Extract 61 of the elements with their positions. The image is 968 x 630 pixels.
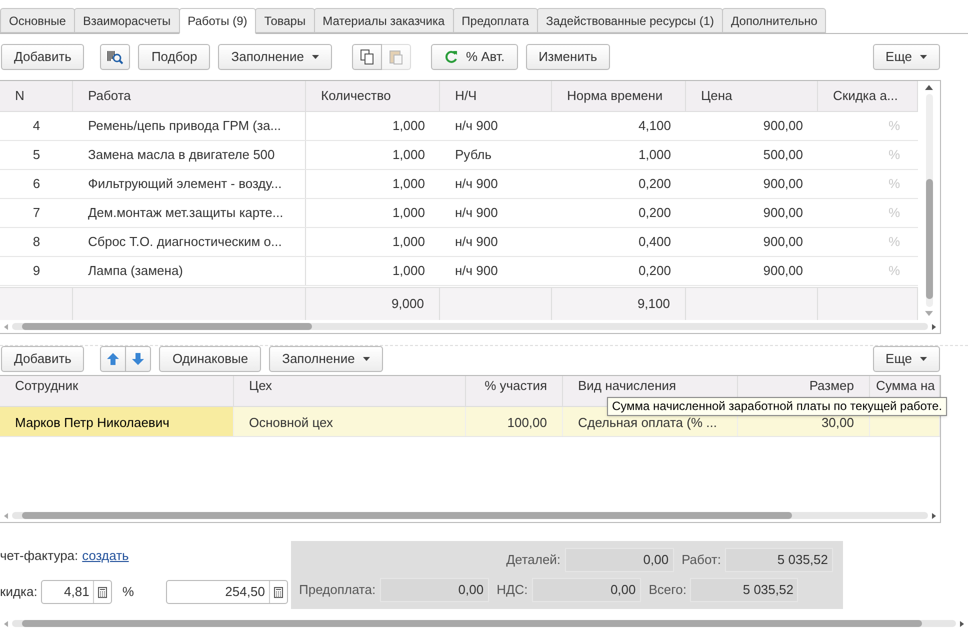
table-cell-text: 1,000 <box>391 204 426 222</box>
table-cell-text: 1,000 <box>391 146 426 164</box>
table-cell: 100,00 <box>466 407 563 436</box>
table-cell-text: 900,00 <box>762 175 804 194</box>
table-cell: Основной цех <box>234 407 466 436</box>
invoice-label: чет-фактура: <box>0 547 78 566</box>
table-cell-text: % <box>887 233 901 252</box>
table-cell-text: 4 <box>32 117 42 136</box>
table-cell: Лампа (замена) <box>73 257 306 285</box>
table-cell-text: % <box>887 117 901 136</box>
total-cell-text: 9,000 <box>391 295 424 314</box>
table-cell-text: 1,000 <box>391 117 426 136</box>
total-label: Деталей: <box>506 551 561 570</box>
percent-sign: % <box>122 583 134 602</box>
total-cell-text: 9,100 <box>637 295 670 314</box>
total-label: Всего: <box>648 581 686 600</box>
table-cell-text: % <box>887 204 901 222</box>
table-cell-text: н/ч 900 <box>454 175 499 194</box>
total-value-field: 0,00 <box>532 578 641 602</box>
table-cell-text: 900,00 <box>762 204 804 222</box>
total-value-field: 5 035,52 <box>690 578 798 602</box>
discount-label: кидка: <box>0 583 38 602</box>
table-cell-text: н/ч 900 <box>454 117 499 136</box>
table-cell-text: 500,00 <box>762 146 804 164</box>
table-cell-text: 900,00 <box>762 117 804 136</box>
total-label: Предоплата: <box>299 581 376 600</box>
total-value-field: 0,00 <box>564 548 674 572</box>
table-cell-text: % <box>887 262 901 280</box>
table-cell-text: н/ч 900 <box>454 262 499 280</box>
table-cell-text: 0,400 <box>637 233 672 252</box>
table-cell-text: Рубль <box>454 146 493 164</box>
table-cell-text: 1,000 <box>391 175 426 194</box>
table-cell-text: 4,100 <box>637 117 672 136</box>
table-cell-text: 1,000 <box>391 233 426 252</box>
table-cell-text: % <box>887 175 901 194</box>
table-cell-text: н/ч 900 <box>454 204 499 222</box>
table-cell: Сброс Т.О. диагностическим о... <box>73 228 306 256</box>
table-cell-text: 0,200 <box>637 262 672 280</box>
table-cell-text: 6 <box>32 175 42 194</box>
table-cell-text: 900,00 <box>762 262 804 280</box>
table-cell-text: 1,000 <box>637 146 672 164</box>
table-cell: Фильтрующий элемент - возду... <box>73 170 306 198</box>
table-cell-text: 9 <box>32 262 42 280</box>
table-cell-text: 0,200 <box>637 175 672 194</box>
table-cell: Дем.монтаж мет.защиты карте... <box>73 199 306 227</box>
total-label: НДС: <box>496 581 528 600</box>
table-cell-text: 5 <box>32 146 42 164</box>
total-value-field: 5 035,52 <box>725 548 833 572</box>
table-cell: Ремень/цепь привода ГРМ (за... <box>73 112 306 140</box>
table-cell-text: н/ч 900 <box>454 233 499 252</box>
table-cell-text: 8 <box>32 233 42 252</box>
table-cell-text: 1,000 <box>391 262 426 280</box>
table-cell-text: % <box>887 146 901 164</box>
table-cell: Замена масла в двигателе 500 <box>73 141 306 169</box>
table-cell-text: 7 <box>32 204 42 222</box>
table-cell: Марков Петр Николаевич <box>0 407 234 436</box>
table-cell-text: 0,200 <box>637 204 672 222</box>
total-label: Работ: <box>682 551 721 570</box>
tooltip: Сумма начисленной заработной платы по текущей работе. <box>607 397 948 416</box>
total-value-field: 0,00 <box>380 578 489 602</box>
table-cell-text: 900,00 <box>762 233 804 252</box>
